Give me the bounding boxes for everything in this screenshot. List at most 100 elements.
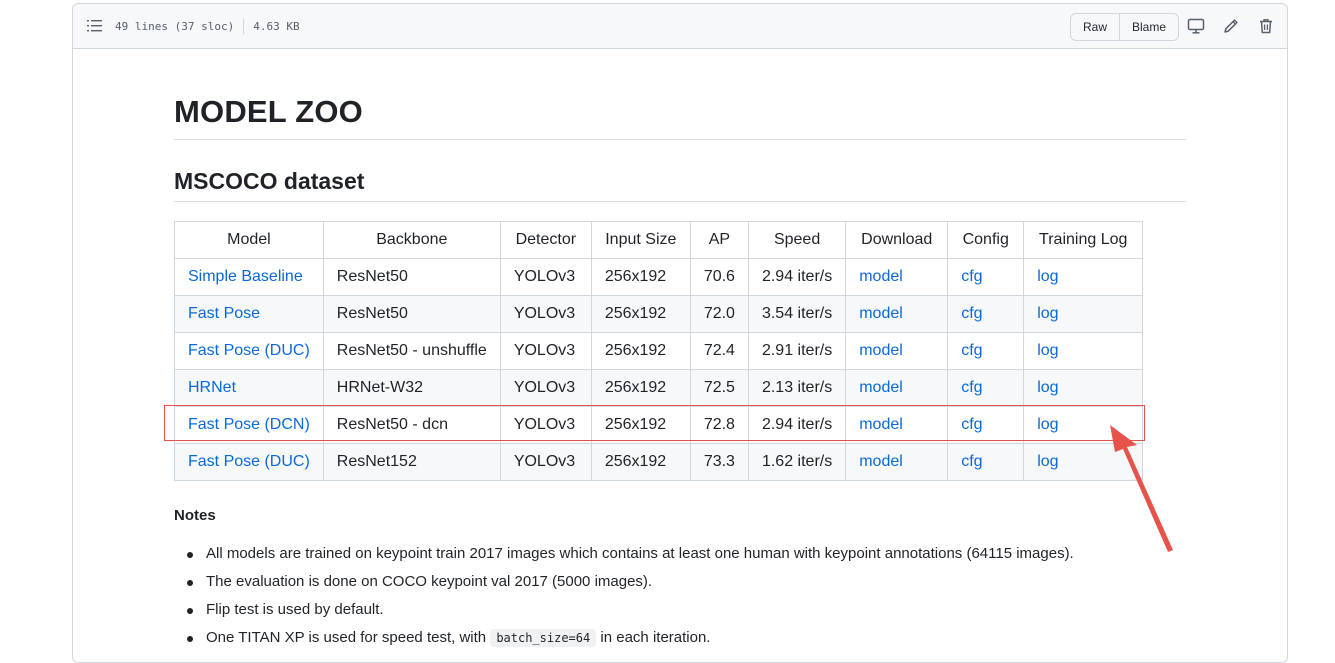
model-link[interactable]: Fast Pose (DUC) <box>188 453 310 470</box>
ap-cell: 70.6 <box>689 258 749 296</box>
download-link[interactable]: model <box>859 416 903 433</box>
config-link[interactable]: cfg <box>961 342 982 359</box>
notes-list: All models are trained on keypoint train… <box>174 543 1074 655</box>
config-cell: cfg <box>947 406 1025 444</box>
trash-icon[interactable] <box>1257 17 1275 35</box>
log-link[interactable]: log <box>1037 379 1058 396</box>
column-header: AP <box>689 221 749 259</box>
config-link[interactable]: cfg <box>961 416 982 433</box>
log-link[interactable]: log <box>1037 342 1058 359</box>
log-cell: log <box>1023 295 1144 333</box>
column-header: Input Size <box>590 221 691 259</box>
config-link[interactable]: cfg <box>961 453 982 470</box>
column-header: Detector <box>499 221 592 259</box>
download-cell: model <box>845 332 949 370</box>
ap-cell: 72.0 <box>689 295 749 333</box>
file-header: 49 lines (37 sloc) 4.63 KB Raw Blame <box>73 4 1287 49</box>
model-cell: Fast Pose (DUC) <box>174 443 324 481</box>
input-size-cell: 256x192 <box>590 295 691 333</box>
log-cell: log <box>1023 369 1144 407</box>
speed-cell: 2.13 iter/s <box>747 369 847 407</box>
backbone-cell: ResNet50 <box>322 258 501 296</box>
log-cell: log <box>1023 332 1144 370</box>
table-row: Simple Baseline ResNet50 YOLOv3 256x192 … <box>174 258 1144 296</box>
blame-button[interactable]: Blame <box>1119 14 1179 40</box>
divider <box>243 18 245 34</box>
column-header: Backbone <box>322 221 501 259</box>
detector-cell: YOLOv3 <box>499 443 592 481</box>
speed-cell: 2.94 iter/s <box>747 258 847 296</box>
detector-cell: YOLOv3 <box>499 369 592 407</box>
column-header: Config <box>947 221 1025 259</box>
file-info: 49 lines (37 sloc) 4.63 KB <box>115 18 300 34</box>
download-cell: model <box>845 258 949 296</box>
file-size: 4.63 KB <box>253 19 300 33</box>
detector-cell: YOLOv3 <box>499 258 592 296</box>
annotation-arrow-icon <box>1110 425 1173 552</box>
backbone-cell: ResNet50 - unshuffle <box>322 332 501 370</box>
desktop-icon[interactable] <box>1187 17 1205 35</box>
download-link[interactable]: model <box>859 342 903 359</box>
log-link[interactable]: log <box>1037 453 1058 470</box>
backbone-cell: ResNet50 <box>322 295 501 333</box>
input-size-cell: 256x192 <box>590 258 691 296</box>
speed-cell: 1.62 iter/s <box>747 443 847 481</box>
config-cell: cfg <box>947 295 1025 333</box>
speed-cell: 2.91 iter/s <box>747 332 847 370</box>
inline-code: batch_size=64 <box>490 629 597 647</box>
config-link[interactable]: cfg <box>961 268 982 285</box>
log-link[interactable]: log <box>1037 416 1058 433</box>
download-link[interactable]: model <box>859 453 903 470</box>
download-link[interactable]: model <box>859 379 903 396</box>
note-text: One TITAN XP is used for speed test, wit… <box>206 629 487 646</box>
raw-button[interactable]: Raw <box>1071 14 1120 40</box>
backbone-cell: HRNet-W32 <box>322 369 501 407</box>
model-cell: Fast Pose <box>174 295 324 333</box>
download-link[interactable]: model <box>859 268 903 285</box>
model-link[interactable]: Fast Pose (DUC) <box>188 342 310 359</box>
log-link[interactable]: log <box>1037 268 1058 285</box>
detector-cell: YOLOv3 <box>499 295 592 333</box>
ap-cell: 72.4 <box>689 332 749 370</box>
note-item: One TITAN XP is used for speed test, wit… <box>187 627 1074 655</box>
column-header: Speed <box>747 221 847 259</box>
list-icon[interactable] <box>87 18 103 34</box>
backbone-cell: ResNet50 - dcn <box>322 406 501 444</box>
note-item: Flip test is used by default. <box>187 599 1074 627</box>
file-viewer: 49 lines (37 sloc) 4.63 KB Raw Blame MOD… <box>72 3 1288 663</box>
table-row: Fast Pose (DUC) ResNet152 YOLOv3 256x192… <box>174 443 1144 481</box>
config-cell: cfg <box>947 369 1025 407</box>
model-link[interactable]: Fast Pose (DCN) <box>188 416 310 433</box>
model-link[interactable]: Simple Baseline <box>188 268 303 285</box>
download-link[interactable]: model <box>859 305 903 322</box>
backbone-cell: ResNet152 <box>322 443 501 481</box>
input-size-cell: 256x192 <box>590 443 691 481</box>
table-row: Fast Pose ResNet50 YOLOv3 256x192 72.0 3… <box>174 295 1144 333</box>
config-link[interactable]: cfg <box>961 379 982 396</box>
download-cell: model <box>845 295 949 333</box>
log-cell: log <box>1023 258 1144 296</box>
input-size-cell: 256x192 <box>590 332 691 370</box>
table-row: HRNet HRNet-W32 YOLOv3 256x192 72.5 2.13… <box>174 369 1144 407</box>
model-cell: Fast Pose (DCN) <box>174 406 324 444</box>
section-heading: MSCOCO dataset <box>174 168 1186 202</box>
note-text: in each iteration. <box>600 629 711 646</box>
ap-cell: 73.3 <box>689 443 749 481</box>
note-item: All models are trained on keypoint train… <box>187 543 1074 571</box>
column-header: Model <box>174 221 324 259</box>
model-table: Model Backbone Detector Input Size AP Sp… <box>174 221 1144 481</box>
speed-cell: 2.94 iter/s <box>747 406 847 444</box>
table-header-row: Model Backbone Detector Input Size AP Sp… <box>174 221 1144 259</box>
model-link[interactable]: Fast Pose <box>188 305 260 322</box>
config-link[interactable]: cfg <box>961 305 982 322</box>
config-cell: cfg <box>947 332 1025 370</box>
download-cell: model <box>845 443 949 481</box>
model-link[interactable]: HRNet <box>188 379 236 396</box>
page-title: MODEL ZOO <box>174 94 1186 140</box>
line-count: 49 lines (37 sloc) <box>115 19 235 33</box>
column-header: Training Log <box>1023 221 1144 259</box>
download-cell: model <box>845 406 949 444</box>
log-link[interactable]: log <box>1037 305 1058 322</box>
download-cell: model <box>845 369 949 407</box>
pencil-icon[interactable] <box>1222 17 1240 35</box>
